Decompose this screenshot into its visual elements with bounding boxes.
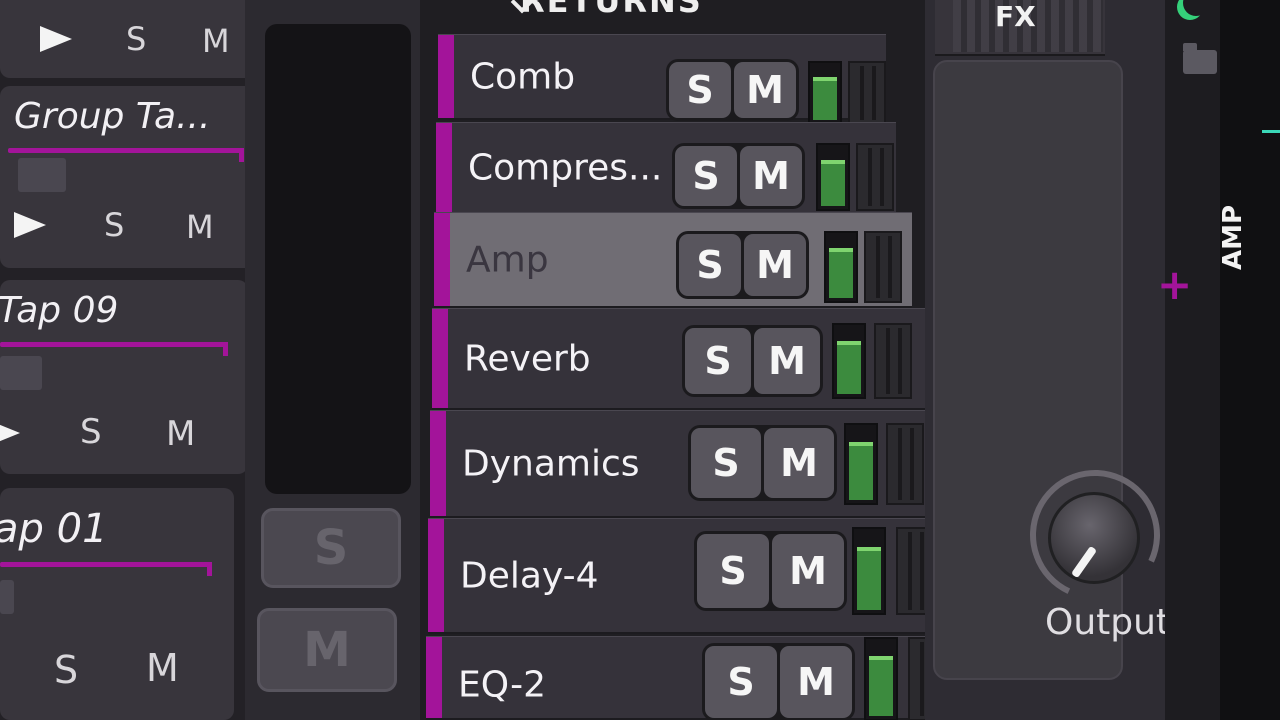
solo-button[interactable]: S: [54, 648, 78, 692]
solo-button[interactable]: S: [669, 62, 731, 118]
teal-graph-line: [1262, 130, 1280, 133]
return-row-amp[interactable]: Amp S M: [434, 212, 912, 308]
return-name: Compres...: [468, 147, 663, 188]
level-meter: [832, 323, 866, 399]
return-row-eq[interactable]: EQ-2 S M: [426, 636, 962, 720]
peak-meter: [874, 323, 912, 399]
solo-button[interactable]: S: [685, 328, 751, 394]
return-name: Comb: [470, 56, 576, 97]
return-color-bar: [426, 637, 442, 718]
output-label: Output: [1045, 602, 1171, 643]
device-label[interactable]: AMP: [1218, 205, 1248, 270]
solo-mute-group: S M: [694, 531, 847, 611]
mute-button[interactable]: M: [202, 22, 230, 60]
mute-button[interactable]: M: [764, 428, 834, 498]
level-meter: [808, 61, 842, 125]
moon-icon[interactable]: [1183, 0, 1209, 16]
track-title[interactable]: ap 01: [0, 506, 108, 552]
strip-mute-button[interactable]: M: [257, 608, 397, 692]
return-color-bar: [430, 411, 446, 516]
track-color-bar: [8, 148, 244, 162]
play-icon[interactable]: [0, 420, 20, 446]
return-row-reverb[interactable]: Reverb S M: [432, 308, 926, 410]
play-icon[interactable]: [14, 212, 46, 238]
return-name: EQ-2: [458, 664, 546, 706]
level-meter-fill: [869, 656, 893, 716]
track-color-bar: [0, 562, 212, 576]
return-color-bar: [434, 213, 450, 306]
track-color-swatch: [18, 158, 66, 192]
track-color-swatch: [0, 580, 14, 614]
strip-solo-button[interactable]: S: [261, 508, 401, 588]
track-title[interactable]: Tap 09: [0, 290, 118, 331]
group-tracks-column: S M Group Ta... S M Tap 09 S M ap 01 S M: [0, 0, 270, 720]
solo-mute-group: S M: [666, 59, 799, 121]
peak-meter: [848, 61, 886, 125]
return-color-bar: [432, 309, 448, 408]
peak-meter: [864, 231, 902, 303]
folder-icon[interactable]: [1183, 43, 1217, 74]
browser-strip: +: [1157, 0, 1220, 720]
return-row-compressor[interactable]: Compres... S M: [436, 122, 896, 214]
mute-button[interactable]: M: [166, 414, 195, 454]
return-name: Dynamics: [462, 443, 640, 484]
return-row-dynamics[interactable]: Dynamics S M: [430, 410, 940, 518]
solo-button[interactable]: S: [697, 534, 769, 608]
return-color-bar: [436, 123, 452, 212]
track-title[interactable]: Group Ta...: [14, 96, 210, 137]
fx-label: FX: [995, 0, 1036, 33]
mute-button[interactable]: M: [772, 534, 844, 608]
level-meter: [852, 527, 886, 615]
solo-mute-group: S M: [688, 425, 837, 501]
return-color-bar: [428, 519, 444, 632]
level-meter-fill: [821, 159, 845, 206]
peak-meter: [856, 143, 894, 211]
solo-mute-group: S M: [672, 143, 805, 209]
track-color-swatch: [0, 356, 42, 390]
mute-button[interactable]: M: [186, 208, 214, 246]
solo-mute-group: S M: [682, 325, 823, 397]
level-meter: [816, 143, 850, 211]
solo-button[interactable]: S: [705, 646, 777, 718]
mute-button[interactable]: M: [754, 328, 820, 394]
level-meter-fill: [857, 547, 881, 610]
solo-button[interactable]: S: [675, 146, 737, 206]
return-name: Reverb: [464, 338, 591, 379]
peak-meter: [886, 423, 924, 505]
play-icon[interactable]: [40, 26, 72, 52]
track-strip: S M: [245, 0, 420, 720]
return-row-comb[interactable]: Comb S M: [438, 34, 886, 125]
output-knob[interactable]: [1048, 492, 1140, 584]
return-name: Amp: [466, 239, 549, 280]
solo-button[interactable]: S: [80, 412, 102, 452]
solo-button[interactable]: S: [679, 234, 741, 296]
mute-button[interactable]: M: [734, 62, 796, 118]
level-meter-fill: [849, 442, 873, 500]
level-meter: [864, 637, 898, 720]
mute-button[interactable]: M: [146, 646, 179, 690]
returns-header[interactable]: RETURNS: [520, 0, 703, 20]
mute-button[interactable]: M: [740, 146, 802, 206]
level-meter-fill: [829, 248, 853, 298]
track-display: [265, 24, 411, 494]
solo-button[interactable]: S: [104, 206, 124, 244]
solo-button[interactable]: S: [691, 428, 761, 498]
mute-button[interactable]: M: [744, 234, 806, 296]
solo-button[interactable]: S: [126, 20, 146, 58]
add-device-icon[interactable]: +: [1157, 260, 1192, 309]
solo-mute-group: S M: [676, 231, 809, 299]
right-sidebar: +: [1157, 0, 1280, 720]
level-meter: [844, 423, 878, 505]
fx-header[interactable]: FX: [935, 0, 1105, 56]
track-color-bar: [0, 342, 228, 356]
level-meter-fill: [837, 340, 861, 394]
mute-button[interactable]: M: [780, 646, 852, 718]
return-row-delay[interactable]: Delay-4 S M: [428, 518, 952, 634]
level-meter: [824, 231, 858, 303]
return-name: Delay-4: [460, 555, 599, 596]
return-color-bar: [438, 35, 454, 118]
level-meter-fill: [813, 76, 837, 120]
solo-mute-group: S M: [702, 643, 855, 720]
